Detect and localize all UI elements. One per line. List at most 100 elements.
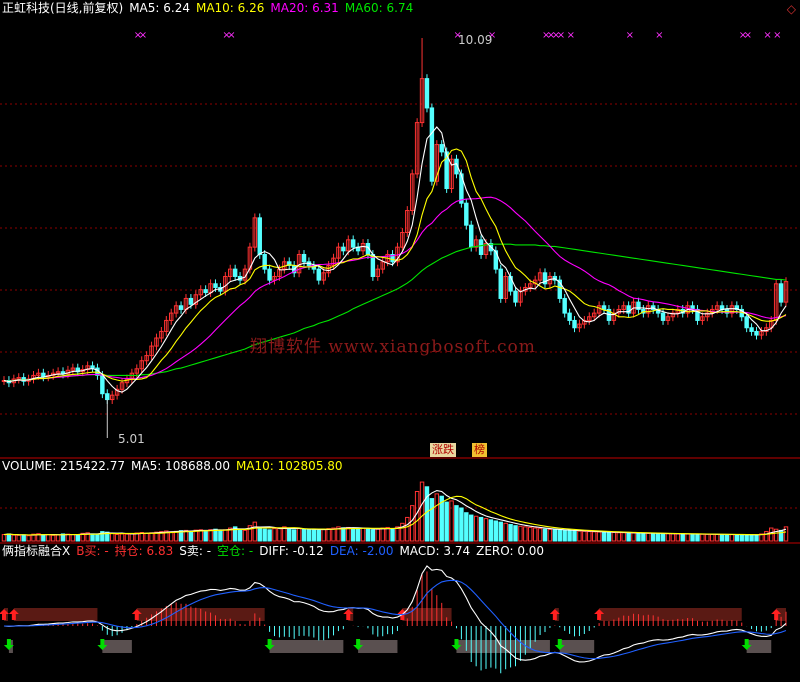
low-price-label: 5.01 xyxy=(118,432,145,446)
volume-ma5-label: MA5: 108688.00 xyxy=(131,459,230,473)
volume-bar xyxy=(257,526,262,542)
volume-bar xyxy=(267,529,272,542)
signal-x-mark: × xyxy=(227,30,235,41)
volume-bar xyxy=(331,527,336,542)
volume-header: VOLUME: 215422.77 MA5: 108688.00 MA10: 102… xyxy=(2,459,349,473)
volume-bar xyxy=(675,533,681,542)
candle-body xyxy=(301,253,307,263)
diamond-icon[interactable]: ◇ xyxy=(787,2,796,16)
volume-bar xyxy=(129,533,135,542)
empty-box xyxy=(746,640,772,653)
volume-bar xyxy=(562,529,567,542)
volume-bar xyxy=(296,528,302,542)
candle-body xyxy=(203,289,208,294)
candle-body xyxy=(572,319,577,329)
candle-body xyxy=(478,239,484,255)
updown-badge[interactable]: 涨跌 xyxy=(430,443,456,457)
volume-bar xyxy=(277,527,282,542)
volume-bar xyxy=(41,534,46,542)
rank-badge[interactable]: 榜 xyxy=(472,443,487,457)
volume-bar xyxy=(719,534,725,542)
volume-bar xyxy=(237,529,243,542)
candle-body xyxy=(439,144,444,153)
volume-bar xyxy=(665,533,671,542)
volume-bar xyxy=(321,528,326,542)
volume-bar xyxy=(611,532,617,542)
candle-body xyxy=(660,312,666,321)
volume-bar xyxy=(355,528,361,542)
volume-bar xyxy=(660,533,666,542)
volume-bar xyxy=(109,532,115,542)
volume-bar xyxy=(577,530,582,542)
volume-bar xyxy=(242,529,248,542)
volume-bar xyxy=(685,533,690,542)
volume-bar xyxy=(483,518,489,542)
indicator-name: 俩指标融合X xyxy=(2,544,71,558)
volume-bar xyxy=(390,528,395,542)
volume-bar xyxy=(631,532,636,542)
candle-body xyxy=(90,365,95,369)
signal-x-mark: × xyxy=(626,30,634,41)
candle-body xyxy=(232,268,238,277)
volume-bar xyxy=(405,516,410,542)
volume-bar xyxy=(650,532,656,542)
volume-bar xyxy=(606,531,612,542)
volume-bar xyxy=(547,528,553,542)
candle-body xyxy=(178,305,184,310)
volume-bar xyxy=(70,534,76,542)
volume-bar xyxy=(567,530,572,542)
volume-bar xyxy=(572,530,577,542)
candle-body xyxy=(350,239,356,248)
candle-body xyxy=(562,297,567,314)
volume-bar xyxy=(596,531,602,542)
candle-body xyxy=(267,268,272,281)
candle-body xyxy=(469,224,474,248)
volume-bar xyxy=(385,526,390,542)
volume-bar xyxy=(601,531,607,542)
volume-bar xyxy=(518,525,523,542)
volume-bar xyxy=(272,528,277,542)
candle-body xyxy=(513,290,518,303)
volume-bar xyxy=(646,532,651,542)
ma10-label: MA10: 6.26 xyxy=(195,1,265,15)
volume-bar xyxy=(739,534,744,542)
dea-label: DEA: -2.00 xyxy=(329,544,394,558)
volume-bar xyxy=(287,528,292,542)
candle-body xyxy=(429,107,435,182)
volume-bar xyxy=(493,520,499,542)
volume-bar xyxy=(464,512,469,542)
volume-bar xyxy=(326,528,331,542)
volume-bar xyxy=(380,527,385,542)
volume-bar xyxy=(469,514,474,542)
diff-label: DIFF: -0.12 xyxy=(259,544,324,558)
volume-bar xyxy=(90,533,95,542)
hold-box xyxy=(13,608,98,621)
volume-bar xyxy=(710,533,715,542)
candle-body xyxy=(601,305,607,310)
volume-bar xyxy=(670,533,676,542)
volume-bar xyxy=(311,529,317,542)
volume-bar xyxy=(301,528,307,542)
volume-bar xyxy=(587,531,592,542)
volume-bar xyxy=(46,534,51,542)
volume-bar xyxy=(616,532,622,542)
empty-box xyxy=(358,640,398,653)
candle-body xyxy=(754,330,759,336)
volume-bar xyxy=(55,534,61,542)
ma20-label: MA20: 6.31 xyxy=(270,1,339,15)
volume-bar xyxy=(16,534,21,542)
volume-bar xyxy=(449,500,454,542)
volume-bar xyxy=(764,531,769,542)
empty-box xyxy=(102,640,132,653)
volume-bar xyxy=(769,527,774,542)
volume-bar xyxy=(513,525,518,542)
volume-bar xyxy=(444,501,449,542)
candle-body xyxy=(105,393,110,401)
high-price-label: 10.09 xyxy=(458,33,493,47)
volume-bar xyxy=(11,534,17,542)
candle-body xyxy=(464,202,469,226)
volume-bar xyxy=(429,498,435,542)
signal-x-mark: × xyxy=(773,30,781,41)
volume-bar xyxy=(419,481,425,542)
volume-bar xyxy=(503,522,508,542)
